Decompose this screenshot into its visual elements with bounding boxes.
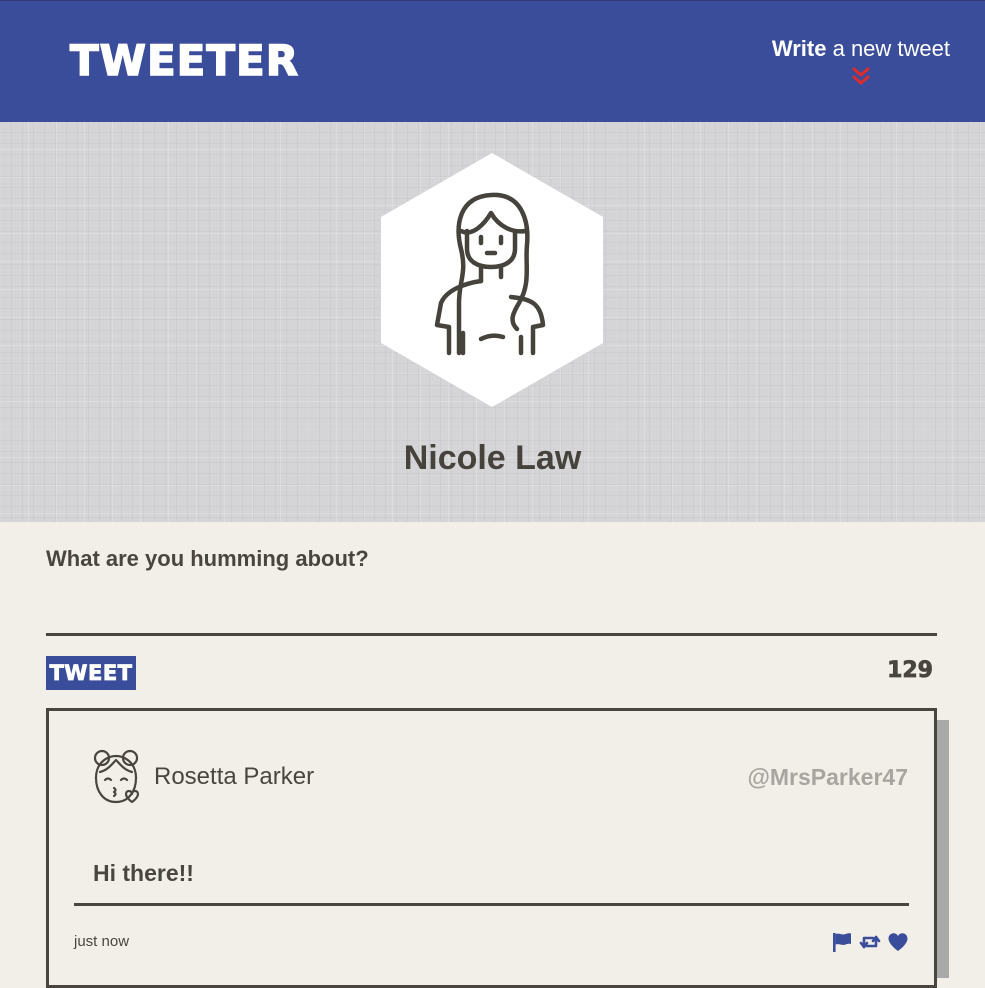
- write-label-strong: Write: [771, 36, 827, 61]
- tweet-submit-button[interactable]: TWEET: [46, 656, 136, 690]
- retweet-icon[interactable]: [859, 931, 881, 953]
- write-new-tweet-link[interactable]: Write a new tweet: [772, 35, 950, 63]
- flag-icon[interactable]: [831, 931, 853, 953]
- brand-logo[interactable]: TWEETER: [69, 35, 299, 87]
- tweet-divider: [74, 903, 909, 906]
- profile-name: Nicole Law: [403, 439, 582, 477]
- tweet-text-input[interactable]: [46, 582, 937, 636]
- profile-header: Nicole Law: [0, 122, 985, 522]
- double-chevron-down-icon[interactable]: [849, 65, 873, 89]
- woman-avatar-icon: [381, 153, 603, 407]
- character-counter: 129: [887, 658, 934, 684]
- girl-kiss-avatar-icon: [93, 749, 140, 804]
- tweet-actions: [831, 931, 909, 955]
- compose-label: What are you humming about?: [46, 546, 369, 571]
- heart-icon[interactable]: [887, 931, 909, 953]
- tweet-author-handle: @MrsParker47: [747, 764, 908, 790]
- write-label-rest: a new tweet: [826, 36, 950, 61]
- tweet-card: Rosetta Parker @MrsParker47 Hi there!! j…: [46, 708, 937, 988]
- tweet-author-name: Rosetta Parker: [154, 763, 315, 790]
- tweet-content: Hi there!!: [93, 860, 194, 886]
- tweet-timestamp: just now: [74, 933, 130, 950]
- navbar: TWEETER Write a new tweet: [0, 0, 985, 122]
